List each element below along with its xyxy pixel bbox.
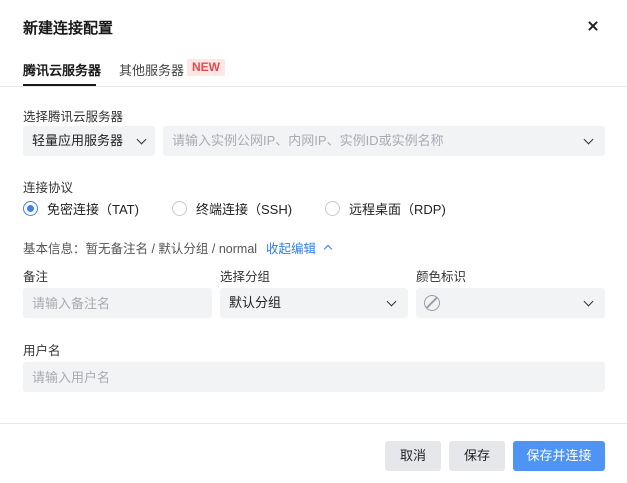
color-select[interactable] [416, 288, 605, 318]
group-label: 选择分组 [220, 270, 271, 284]
basic-info-row: 基本信息：暂无备注名 / 默认分组 / normal 收起编辑 [23, 238, 333, 257]
radio-checked-icon [23, 201, 38, 216]
collapse-edit-label: 收起编辑 [266, 242, 317, 256]
color-label: 颜色标识 [416, 270, 467, 284]
remark-label: 备注 [23, 270, 49, 284]
new-badge: NEW [187, 59, 225, 76]
group-value: 默认分组 [229, 295, 282, 310]
basic-info-text: 基本信息：暂无备注名 / 默认分组 / normal [23, 242, 258, 256]
username-label: 用户名 [23, 344, 61, 358]
save-button[interactable]: 保存 [449, 441, 505, 471]
tab-bar: 腾讯云服务器 其他服务器 NEW [0, 52, 627, 87]
tab-other-server[interactable]: 其他服务器 [119, 60, 184, 79]
chevron-down-icon [583, 134, 594, 145]
instance-search-placeholder: 请输入实例公网IP、内网IP、实例ID或实例名称 [172, 133, 444, 148]
cancel-button[interactable]: 取消 [385, 441, 441, 471]
instance-search-select[interactable]: 请输入实例公网IP、内网IP、实例ID或实例名称 [163, 126, 605, 156]
server-select-label: 选择腾讯云服务器 [23, 110, 124, 124]
radio-rdp-label: 远程桌面（RDP) [349, 202, 446, 217]
chevron-up-icon [323, 244, 333, 254]
remark-input[interactable] [23, 288, 212, 318]
protocol-label: 连接协议 [23, 181, 74, 195]
radio-tat-label: 免密连接（TAT) [47, 202, 139, 217]
radio-tat[interactable]: 免密连接（TAT) [23, 199, 139, 218]
server-type-select[interactable]: 轻量应用服务器 [23, 126, 155, 156]
close-icon[interactable] [584, 17, 602, 35]
active-tab-indicator [23, 84, 96, 86]
ban-icon [424, 295, 440, 311]
footer-divider [0, 423, 627, 424]
tab-tencent-cloud-server[interactable]: 腾讯云服务器 [23, 60, 101, 79]
server-type-value: 轻量应用服务器 [32, 133, 124, 148]
save-and-connect-button[interactable]: 保存并连接 [513, 441, 605, 471]
radio-ssh-label: 终端连接（SSH) [196, 202, 293, 217]
new-connection-dialog: 新建连接配置 腾讯云服务器 其他服务器 NEW 选择腾讯云服务器 轻量应用服务器… [0, 0, 627, 483]
radio-ssh[interactable]: 终端连接（SSH) [172, 199, 292, 218]
dialog-title: 新建连接配置 [23, 20, 114, 37]
radio-rdp[interactable]: 远程桌面（RDP) [325, 199, 446, 218]
chevron-down-icon [583, 296, 594, 307]
chevron-down-icon [386, 296, 397, 307]
collapse-edit-link[interactable]: 收起编辑 [266, 238, 333, 257]
chevron-down-icon [136, 134, 147, 145]
username-input[interactable] [23, 362, 605, 392]
radio-unchecked-icon [325, 201, 340, 216]
group-select[interactable]: 默认分组 [220, 288, 408, 318]
radio-unchecked-icon [172, 201, 187, 216]
